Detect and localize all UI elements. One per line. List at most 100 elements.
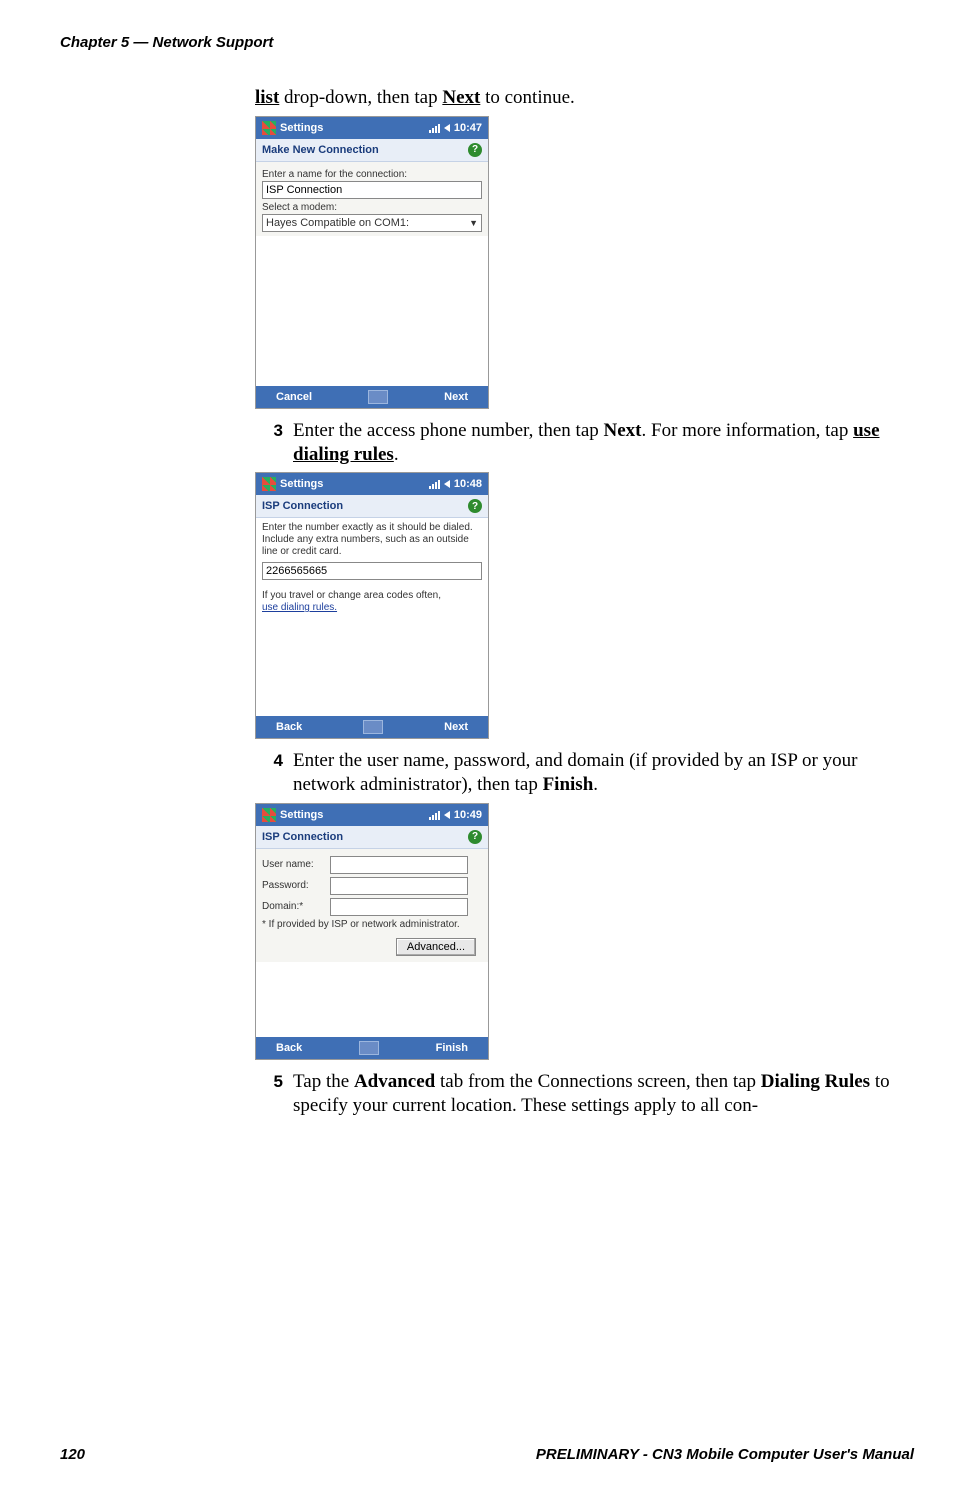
mock1-sub-text: Make New Connection — [262, 144, 379, 156]
speaker-icon — [444, 124, 450, 132]
mock2-hint1: If you travel or change area codes often… — [262, 590, 482, 601]
footer-title: PRELIMINARY - CN3 Mobile Computer User's… — [536, 1446, 914, 1463]
step3-t1: Enter the access phone number, then tap — [293, 420, 604, 441]
mock2-time: 10:48 — [454, 478, 482, 490]
mock3-titlebar: Settings 10:49 — [256, 804, 488, 826]
mock3-title: Settings — [280, 809, 323, 821]
mock1-title: Settings — [280, 122, 323, 134]
mock1-time: 10:47 — [454, 122, 482, 134]
username-input — [330, 856, 468, 874]
chapter-label: Chapter 5 — Network Support — [60, 34, 273, 51]
modem-select-value: Hayes Compatible on COM1: — [266, 217, 409, 229]
mock2-title: Settings — [280, 478, 323, 490]
step5-dr: Dialing Rules — [761, 1071, 870, 1092]
step-4: 4 Enter the user name, password, and dom… — [255, 749, 915, 797]
step-5-body: Tap the Advanced tab from the Connection… — [283, 1070, 915, 1118]
chevron-down-icon: ▼ — [469, 218, 478, 228]
mock2-left-softkey: Back — [276, 721, 302, 733]
screenshot-phone-number: Settings 10:48 ISP Connection ? Enter th… — [255, 472, 489, 739]
mock1-panel: Enter a name for the connection: Select … — [256, 162, 488, 236]
step4-finish: Finish — [543, 774, 594, 795]
step5-t2: tab from the Connections screen, then ta… — [435, 1071, 761, 1092]
step-3-body: Enter the access phone number, then tap … — [283, 419, 915, 467]
step-5: 5 Tap the Advanced tab from the Connecti… — [255, 1070, 915, 1118]
advanced-button: Advanced... — [396, 938, 476, 956]
mock3-body — [256, 962, 488, 1037]
help-icon: ? — [468, 830, 482, 844]
connection-name-input — [262, 181, 482, 199]
mock1-right-softkey: Next — [444, 391, 468, 403]
mock3-panel: User name: Password: Domain:* * If provi… — [256, 849, 488, 962]
mock2-titlebar: Settings 10:48 — [256, 473, 488, 495]
password-label: Password: — [262, 880, 324, 891]
start-icon — [262, 808, 276, 822]
mock2-body — [256, 621, 488, 716]
step-5-num: 5 — [255, 1070, 283, 1092]
step-4-body: Enter the user name, password, and domai… — [283, 749, 915, 797]
mock3-right-softkey: Finish — [436, 1042, 468, 1054]
mock1-subheader: Make New Connection ? — [256, 139, 488, 162]
signal-icon — [429, 810, 440, 820]
advanced-row: Advanced... — [262, 938, 482, 956]
modem-select: Hayes Compatible on COM1: ▼ — [262, 214, 482, 232]
help-icon: ? — [468, 499, 482, 513]
mock2-softbar: Back Next — [256, 716, 488, 738]
phone-input — [262, 562, 482, 580]
domain-input — [330, 898, 468, 916]
mock3-subheader: ISP Connection ? — [256, 826, 488, 849]
speaker-icon — [444, 811, 450, 819]
username-row: User name: — [262, 856, 482, 874]
signal-icon — [429, 123, 440, 133]
mock3-note: * If provided by ISP or network administ… — [262, 919, 482, 930]
speaker-icon — [444, 480, 450, 488]
keyboard-icon — [363, 720, 383, 734]
next-ref: Next — [442, 87, 480, 108]
signal-icon — [429, 479, 440, 489]
mock1-titlebar: Settings 10:47 — [256, 117, 488, 139]
step-3-num: 3 — [255, 419, 283, 441]
step3-next: Next — [604, 420, 642, 441]
mock1-label1: Enter a name for the connection: — [262, 169, 482, 180]
step4-t2: . — [593, 774, 598, 795]
intro-end: to continue. — [480, 87, 574, 108]
mock3-left-softkey: Back — [276, 1042, 302, 1054]
mock3-sub-text: ISP Connection — [262, 831, 343, 843]
step5-adv: Advanced — [354, 1071, 435, 1092]
start-icon — [262, 121, 276, 135]
mock1-body — [256, 236, 488, 386]
mock2-sub-text: ISP Connection — [262, 500, 343, 512]
list-ref: list — [255, 87, 279, 108]
keyboard-icon — [359, 1041, 379, 1055]
page-content: list drop-down, then tap Next to continu… — [255, 86, 915, 1121]
username-label: User name: — [262, 859, 324, 870]
step5-t1: Tap the — [293, 1071, 354, 1092]
mock1-label2: Select a modem: — [262, 202, 482, 213]
password-row: Password: — [262, 877, 482, 895]
password-input — [330, 877, 468, 895]
help-icon: ? — [468, 143, 482, 157]
domain-row: Domain:* — [262, 898, 482, 916]
domain-label: Domain:* — [262, 901, 324, 912]
step3-t3: . — [394, 444, 399, 465]
mock3-time: 10:49 — [454, 809, 482, 821]
mock3-softbar: Back Finish — [256, 1037, 488, 1059]
use-dialing-rules-link: use dialing rules. — [262, 602, 337, 613]
step-3: 3 Enter the access phone number, then ta… — [255, 419, 915, 467]
mock2-right-softkey: Next — [444, 721, 468, 733]
page-header: Chapter 5 — Network Support — [60, 34, 273, 51]
intro-mid: drop-down, then tap — [279, 87, 442, 108]
mock2-subheader: ISP Connection ? — [256, 495, 488, 518]
keyboard-icon — [368, 390, 388, 404]
page-footer: 120 PRELIMINARY - CN3 Mobile Computer Us… — [60, 1446, 914, 1463]
mock1-left-softkey: Cancel — [276, 391, 312, 403]
step3-t2: . For more information, tap — [642, 420, 854, 441]
screenshot-make-connection: Settings 10:47 Make New Connection ? Ent… — [255, 116, 489, 409]
page-number: 120 — [60, 1446, 85, 1463]
mock2-panel: Enter the number exactly as it should be… — [256, 518, 488, 621]
start-icon — [262, 477, 276, 491]
intro-line: list drop-down, then tap Next to continu… — [255, 86, 915, 110]
mock2-desc: Enter the number exactly as it should be… — [262, 522, 482, 558]
mock1-softbar: Cancel Next — [256, 386, 488, 408]
step-4-num: 4 — [255, 749, 283, 771]
screenshot-credentials: Settings 10:49 ISP Connection ? User nam… — [255, 803, 489, 1060]
